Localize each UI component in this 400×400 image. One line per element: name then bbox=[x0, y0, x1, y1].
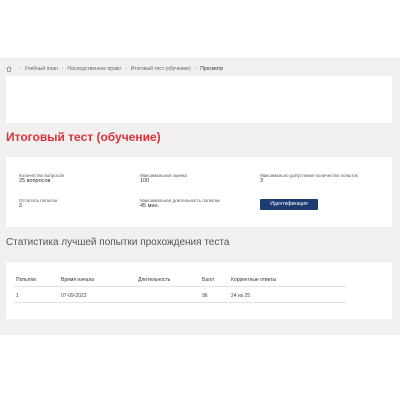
breadcrumb-separator: › bbox=[19, 66, 21, 72]
column-header-score: Балл bbox=[202, 277, 214, 283]
header-panel bbox=[6, 76, 392, 123]
cell-attempt: 1 bbox=[16, 293, 19, 299]
max-duration-value: 45 мин. bbox=[140, 203, 160, 209]
stats-section-title: Статистика лучшей попытки прохождения те… bbox=[6, 237, 230, 248]
questions-count-value: 25 вопросов bbox=[19, 178, 51, 184]
identification-button[interactable]: Идентификация bbox=[260, 199, 318, 210]
column-header-attempts: Попытки bbox=[16, 277, 36, 283]
attempts-left-label: Осталось попыток bbox=[19, 198, 58, 203]
breadcrumb-separator: › bbox=[194, 66, 197, 72]
attempts-left-value: 2 bbox=[19, 203, 23, 209]
cell-start-time: 07-09-2023 bbox=[61, 293, 87, 299]
max-duration-field: Максимальная длительность попытки 45 мин… bbox=[140, 198, 219, 209]
stats-table: Попытки Время начала Длительность Балл К… bbox=[6, 262, 392, 319]
breadcrumb: › Учебный план › Наследственное право › … bbox=[6, 66, 223, 72]
max-attempts-field: Максимально допустимое количество попыто… bbox=[260, 173, 370, 184]
column-header-start-time: Время начала bbox=[61, 277, 94, 283]
max-attempts-value: 3 bbox=[260, 178, 264, 184]
max-attempts-label: Максимально допустимое количество попыто… bbox=[260, 173, 358, 178]
max-score-value: 100 bbox=[140, 178, 150, 184]
breadcrumb-separator: › bbox=[61, 66, 64, 72]
max-score-field: Максимальная оценка 100 bbox=[140, 173, 187, 184]
column-header-duration: Длительность bbox=[138, 277, 171, 283]
table-row-divider bbox=[14, 302, 346, 303]
breadcrumb-item-test[interactable]: Итоговый тест (обучение) bbox=[131, 66, 191, 72]
test-info-card: Количество вопросов 25 вопросов Максимал… bbox=[6, 157, 392, 227]
home-icon[interactable] bbox=[6, 66, 12, 72]
column-header-correct-answers: Корректные ответы bbox=[231, 277, 277, 283]
breadcrumb-item-plan[interactable]: Учебный план bbox=[25, 66, 58, 72]
attempts-left-field: Осталось попыток 2 bbox=[19, 198, 57, 209]
breadcrumb-item-current: Просмотр bbox=[200, 66, 224, 72]
breadcrumb-separator: › bbox=[125, 66, 127, 72]
breadcrumb-item-course[interactable]: Наследственное право bbox=[67, 66, 121, 72]
page-title: Итоговый тест (обучение) bbox=[6, 130, 161, 144]
table-header-divider bbox=[14, 286, 346, 287]
questions-count-field: Количество вопросов 25 вопросов bbox=[19, 173, 64, 184]
cell-correct-answers: 24 из 25 bbox=[231, 293, 250, 299]
cell-score: 96 bbox=[202, 293, 208, 299]
